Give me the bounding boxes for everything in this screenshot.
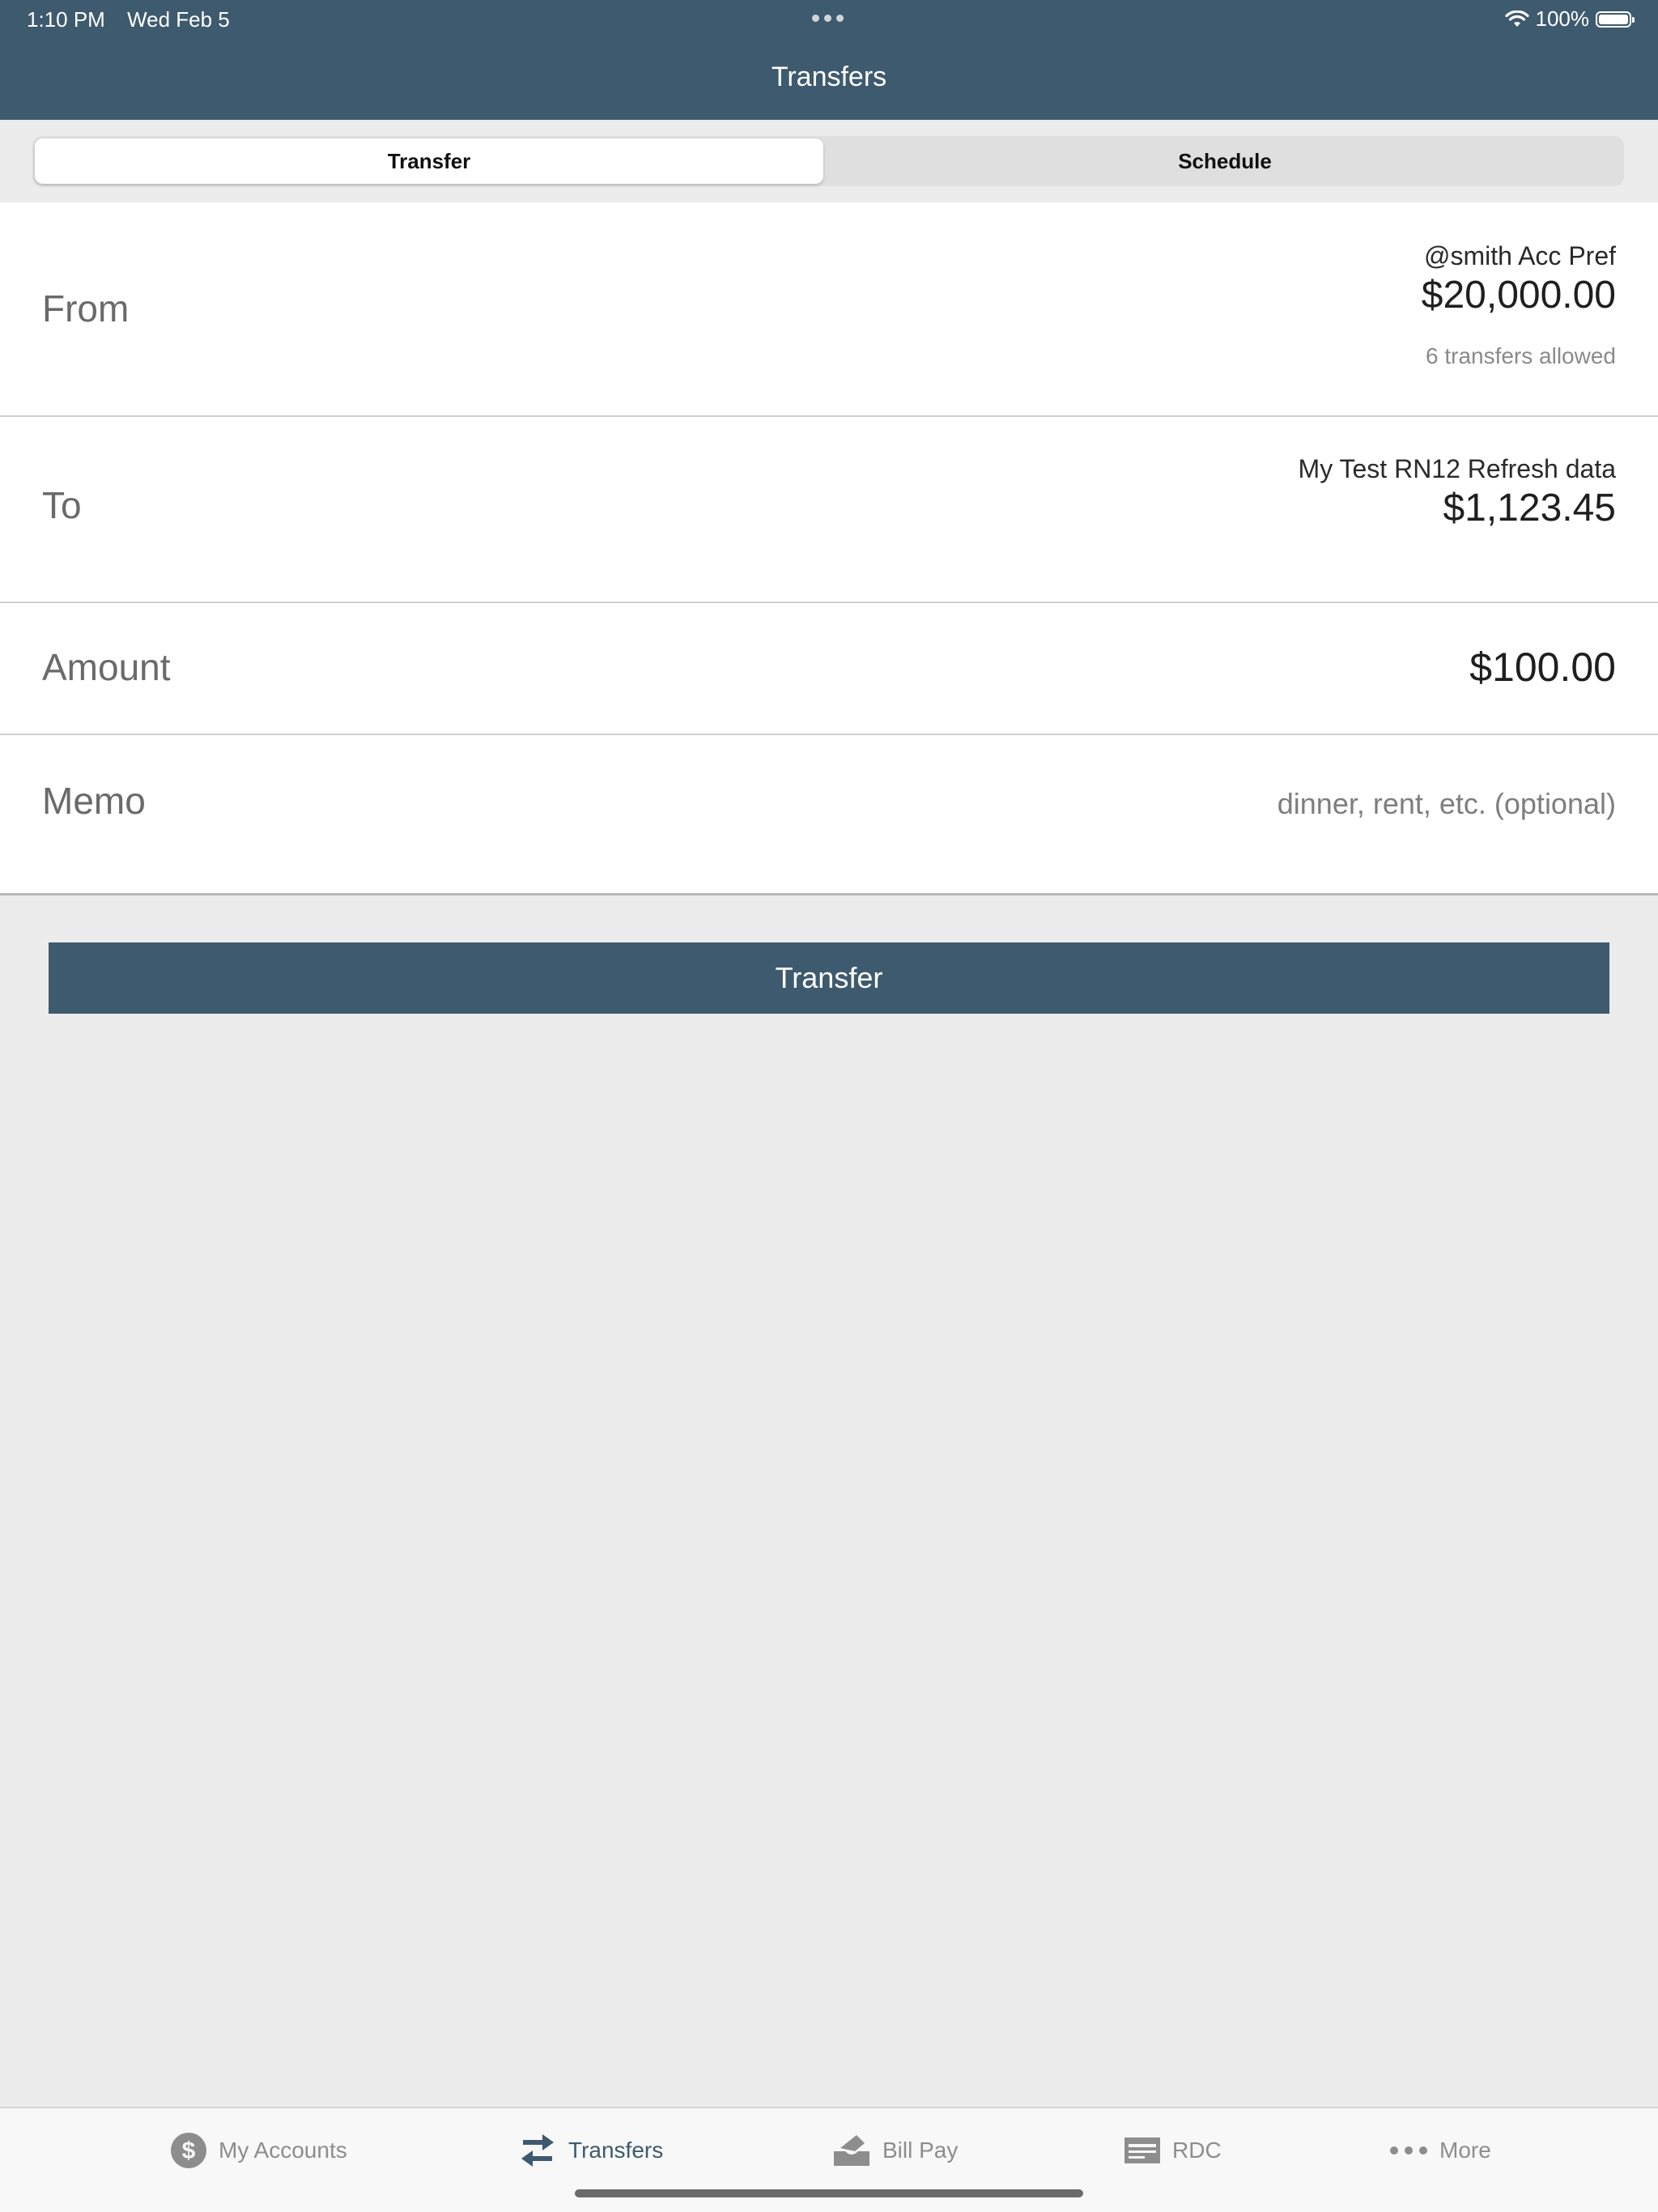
memo-label: Memo (42, 780, 146, 822)
segment-schedule[interactable]: Schedule (828, 138, 1622, 184)
to-label: To (42, 484, 82, 526)
to-account-details: My Test RN12 Refresh data $1,123.45 (1299, 454, 1616, 530)
from-account-name: @smith Acc Pref (1424, 241, 1616, 270)
page-title: Transfers (771, 62, 887, 92)
from-account-balance: $20,000.00 (1421, 274, 1616, 317)
more-dots-icon (1389, 2146, 1428, 2155)
transfers-allowed-note: 6 transfers allowed (1425, 343, 1616, 368)
check-card-icon (1124, 2137, 1161, 2164)
tab-rdc[interactable]: RDC (1124, 2126, 1222, 2175)
home-indicator[interactable] (575, 2189, 1083, 2197)
battery-percent: 100% (1535, 6, 1590, 31)
tab-my-accounts-label: My Accounts (219, 2138, 347, 2163)
transfer-submit-button[interactable]: Transfer (49, 942, 1609, 1014)
status-time: 1:10 PM (27, 7, 105, 32)
tab-bill-pay-label: Bill Pay (882, 2138, 959, 2163)
segment-bar: Transfer Schedule (0, 120, 1658, 202)
status-bar-left: 1:10 PM Wed Feb 5 (27, 7, 230, 32)
tab-more[interactable]: More (1389, 2126, 1491, 2175)
tab-more-label: More (1439, 2138, 1491, 2163)
memo-input[interactable] (887, 784, 1616, 824)
status-date: Wed Feb 5 (127, 7, 230, 32)
amount-value[interactable]: $100.00 (1469, 644, 1616, 691)
app-header: 1:10 PM Wed Feb 5 100% Transfers (0, 0, 1658, 120)
to-account-row[interactable]: To My Test RN12 Refresh data $1,123.45 (0, 417, 1658, 603)
from-account-row[interactable]: From @smith Acc Pref $20,000.00 6 transf… (0, 202, 1658, 417)
tab-my-accounts[interactable]: $ My Accounts (170, 2126, 347, 2175)
amount-row[interactable]: Amount $100.00 (0, 603, 1658, 735)
dollar-circle-icon: $ (170, 2132, 207, 2169)
status-bar-right: 100% (1504, 6, 1635, 32)
segmented-control: Transfer Schedule (32, 136, 1624, 186)
transfer-form: From @smith Acc Pref $20,000.00 6 transf… (0, 202, 1658, 895)
to-account-balance: $1,123.45 (1443, 487, 1616, 530)
amount-label: Amount (42, 646, 171, 688)
wifi-icon (1504, 10, 1529, 28)
from-account-details: @smith Acc Pref $20,000.00 6 transfers a… (1422, 241, 1616, 369)
tab-transfers-label: Transfers (568, 2138, 664, 2163)
svg-text:$: $ (182, 2138, 196, 2164)
from-label: From (42, 287, 130, 330)
to-account-name: My Test RN12 Refresh data (1298, 454, 1616, 483)
tab-rdc-label: RDC (1172, 2138, 1222, 2163)
bill-pay-icon (832, 2133, 871, 2167)
memo-row: Memo (0, 735, 1658, 893)
tab-bill-pay[interactable]: Bill Pay (832, 2126, 958, 2175)
battery-icon (1596, 11, 1635, 28)
segment-transfer[interactable]: Transfer (35, 138, 823, 184)
transfer-arrows-icon (518, 2133, 557, 2168)
tab-transfers[interactable]: Transfers (518, 2126, 663, 2175)
multitasking-dots-icon[interactable] (812, 15, 844, 22)
